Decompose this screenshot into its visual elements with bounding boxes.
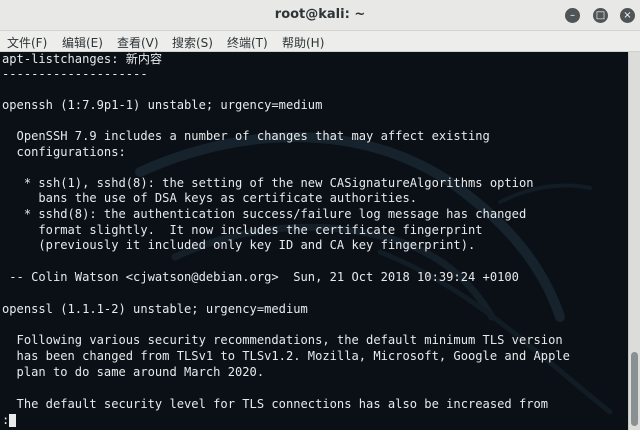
title-bar[interactable]: root@kali: ~ – □ × [0,0,640,31]
output-line: (previously it included only key ID and … [2,238,476,252]
output-line: * sshd(8): the authentication success/fa… [2,207,527,221]
output-line: openssl (1.1.1-2) unstable; urgency=medi… [2,302,308,316]
menu-file[interactable]: 文件(F) [7,34,47,51]
menu-terminal[interactable]: 终端(T) [227,34,268,51]
terminal-window: root@kali: ~ – □ × 文件(F) 编辑(E) 查看(V) 搜索(… [0,0,640,430]
output-line: openssh (1:7.9p1-1) unstable; urgency=me… [2,98,323,112]
menu-view[interactable]: 查看(V) [117,34,159,51]
terminal-output[interactable]: apt-listchanges: 新内容 -------------------… [0,52,628,430]
output-line: bans the use of DSA keys as certificate … [2,191,418,205]
output-line: OpenSSH 7.9 includes a number of changes… [2,129,490,143]
maximize-button[interactable]: □ [593,8,608,23]
menu-search[interactable]: 搜索(S) [172,34,213,51]
output-line: plan to do same around March 2020. [2,365,265,379]
menu-bar: 文件(F) 编辑(E) 查看(V) 搜索(S) 终端(T) 帮助(H) [0,31,640,52]
menu-help[interactable]: 帮助(H) [282,34,324,51]
window-title: root@kali: ~ [274,7,366,22]
output-line: has been changed from TLSv1 to TLSv1.2. … [2,349,570,363]
scrollbar-thumb[interactable] [631,352,638,426]
output-line: format slightly. It now includes the cer… [2,223,483,237]
close-button[interactable]: × [620,8,635,23]
menu-edit[interactable]: 编辑(E) [62,34,103,51]
output-line: Following various security recommendatio… [2,333,563,347]
minimize-button[interactable]: – [565,8,580,23]
scrollbar[interactable] [628,52,640,430]
output-line: configurations: [2,145,126,159]
text-cursor [9,414,16,427]
output-line: apt-listchanges: 新内容 [2,52,163,66]
output-line: The default security level for TLS conne… [2,397,549,411]
output-line: * ssh(1), sshd(8): the setting of the ne… [2,176,534,190]
output-line: -------------------- [2,67,148,81]
output-line: -- Colin Watson <cjwatson@debian.org> Su… [2,270,519,284]
